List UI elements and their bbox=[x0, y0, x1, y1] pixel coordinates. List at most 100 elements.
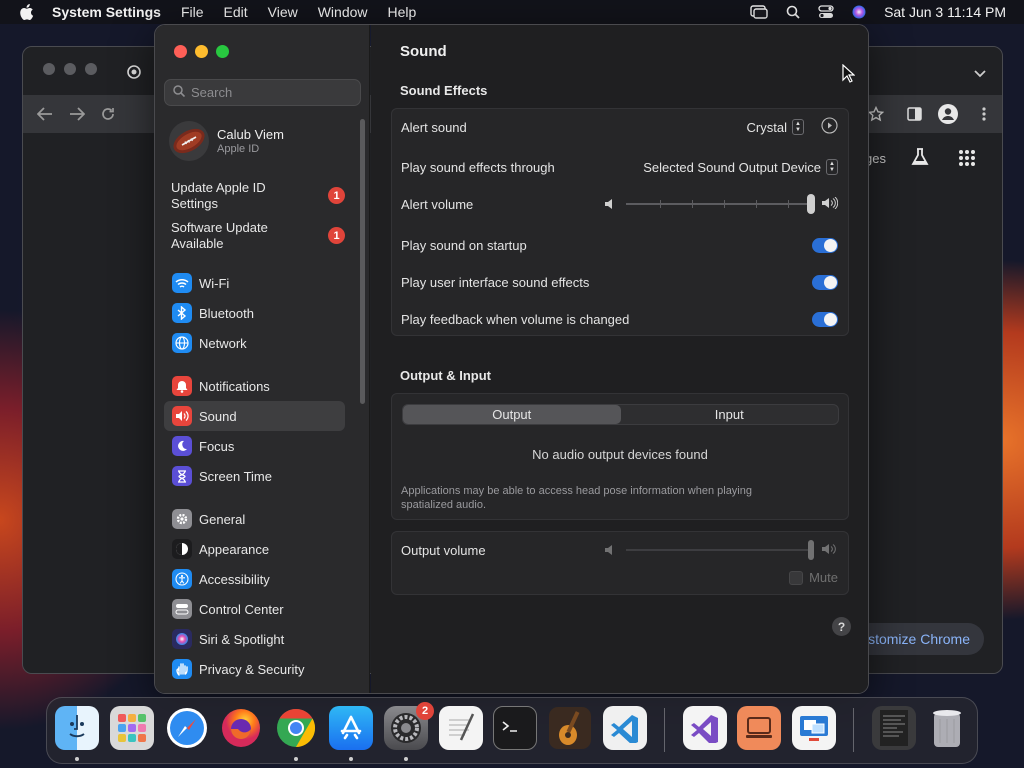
startup-sound-toggle[interactable] bbox=[812, 237, 838, 253]
sidebar-item-focus[interactable]: Focus bbox=[164, 431, 345, 461]
dock-remote-desktop-icon[interactable] bbox=[737, 706, 781, 750]
tab-input[interactable]: Input bbox=[621, 405, 839, 424]
alert-sound-row: Alert sound Crystal ▲ ▼ bbox=[401, 117, 838, 137]
labs-flask-icon[interactable] bbox=[910, 147, 930, 172]
help-button[interactable]: ? bbox=[832, 617, 851, 636]
sidebar-item-bluetooth[interactable]: Bluetooth bbox=[164, 298, 345, 328]
dock-visual-studio-icon[interactable] bbox=[683, 706, 727, 750]
sidebar-item-wifi[interactable]: Wi-Fi bbox=[164, 268, 345, 298]
search-icon bbox=[173, 85, 186, 100]
dock-screen-sharing-icon[interactable] bbox=[792, 706, 836, 750]
note-line2: spatialized audio. bbox=[401, 499, 487, 511]
sidebar-item-notifications[interactable]: Notifications bbox=[164, 371, 345, 401]
software-update-available[interactable]: Software Update Available 1 bbox=[171, 220, 351, 252]
dock-launchpad-icon[interactable] bbox=[110, 706, 154, 750]
dock-app-store-icon[interactable] bbox=[329, 706, 373, 750]
apple-id-entry[interactable]: Calub Viem Apple ID bbox=[169, 121, 284, 161]
alert-sound-popup[interactable]: Crystal ▲ ▼ bbox=[747, 117, 838, 137]
sidebar-item-sound[interactable]: Sound bbox=[164, 401, 345, 431]
dock-garageband-icon[interactable] bbox=[548, 706, 592, 750]
dock-vscode-icon[interactable] bbox=[603, 706, 647, 750]
update-apple-id-settings[interactable]: Update Apple ID Settings 1 bbox=[171, 180, 351, 212]
chrome-close-button[interactable] bbox=[43, 63, 55, 75]
sidebar-item-control-center[interactable]: Control Center bbox=[164, 594, 345, 624]
menu-view[interactable]: View bbox=[268, 4, 298, 20]
accessibility-icon bbox=[172, 569, 192, 589]
dock-finder-icon[interactable] bbox=[55, 706, 99, 750]
control-center-menu-icon[interactable] bbox=[818, 5, 834, 19]
ui-sound-effects-row: Play user interface sound effects bbox=[401, 272, 838, 292]
menu-file[interactable]: File bbox=[181, 4, 204, 20]
dock-trash-icon[interactable] bbox=[925, 706, 969, 750]
dock-firefox-icon[interactable] bbox=[219, 706, 263, 750]
mute-checkbox[interactable] bbox=[789, 570, 804, 585]
dock-separator bbox=[664, 708, 665, 752]
sidebar-scrollbar[interactable] bbox=[360, 119, 365, 404]
sidebar-item-privacy-security[interactable]: Privacy & Security bbox=[164, 654, 345, 684]
menu-window[interactable]: Window bbox=[318, 4, 368, 20]
sidebar-item-appearance[interactable]: Appearance bbox=[164, 534, 345, 564]
sidebar-item-network[interactable]: Network bbox=[164, 328, 345, 358]
forward-icon[interactable] bbox=[69, 107, 86, 126]
chrome-minimize-button[interactable] bbox=[64, 63, 76, 75]
spotlight-search-icon[interactable] bbox=[786, 5, 800, 19]
customize-chrome-label: ustomize Chrome bbox=[860, 631, 970, 647]
output-input-panel: Output Input No audio output devices fou… bbox=[391, 393, 849, 520]
menu-help[interactable]: Help bbox=[388, 4, 417, 20]
chrome-zoom-button[interactable] bbox=[85, 63, 97, 75]
google-apps-grid-icon[interactable] bbox=[958, 149, 976, 172]
sidebar-item-screen-time[interactable]: Screen Time bbox=[164, 461, 345, 491]
zoom-button[interactable] bbox=[216, 45, 229, 58]
dock-textedit-icon[interactable] bbox=[439, 706, 483, 750]
play-icon[interactable] bbox=[821, 117, 838, 137]
siri-icon bbox=[172, 629, 192, 649]
sidebar-item-siri-spotlight[interactable]: Siri & Spotlight bbox=[164, 624, 345, 654]
slider-knob[interactable] bbox=[808, 540, 814, 560]
menu-clock[interactable]: Sat Jun 3 11:14 PM bbox=[884, 4, 1006, 20]
output-volume-slider[interactable] bbox=[626, 540, 814, 560]
alert-volume-slider[interactable] bbox=[626, 194, 815, 214]
siri-menu-icon[interactable] bbox=[852, 5, 866, 19]
apple-id-label: Apple ID bbox=[217, 143, 260, 155]
mute-control[interactable]: Mute bbox=[789, 570, 838, 585]
sidebar-item-label: Privacy & Security bbox=[199, 661, 305, 677]
sidebar-item-accessibility[interactable]: Accessibility bbox=[164, 564, 345, 594]
dock: 2 bbox=[46, 697, 978, 764]
reload-icon[interactable] bbox=[101, 107, 115, 126]
sidebar-search-field[interactable] bbox=[164, 79, 361, 106]
side-panel-icon[interactable] bbox=[907, 107, 922, 126]
chrome-tab-dropdown-icon[interactable] bbox=[974, 65, 986, 83]
apple-menu-icon[interactable] bbox=[18, 3, 36, 21]
sidebar-item-general[interactable]: General bbox=[164, 504, 345, 534]
search-input[interactable] bbox=[191, 85, 351, 100]
avatar bbox=[169, 121, 209, 161]
volume-feedback-toggle[interactable] bbox=[812, 311, 838, 327]
play-through-popup[interactable]: Selected Sound Output Device ▲ ▼ bbox=[643, 159, 838, 175]
dock-settings-badge: 2 bbox=[416, 702, 434, 720]
sidebar-item-label: Wi-Fi bbox=[199, 275, 230, 291]
menu-edit[interactable]: Edit bbox=[224, 4, 248, 20]
minimize-button[interactable] bbox=[195, 45, 208, 58]
update-label-line2: Available bbox=[171, 236, 224, 251]
alert-sound-value: Crystal bbox=[746, 119, 787, 135]
dock-recent-document-icon[interactable] bbox=[872, 706, 916, 750]
screen-mirroring-icon[interactable] bbox=[750, 5, 768, 19]
ui-sound-effects-toggle[interactable] bbox=[812, 274, 838, 290]
back-icon[interactable] bbox=[36, 107, 53, 126]
chrome-tab-icon[interactable] bbox=[127, 65, 141, 84]
play-through-label: Play sound effects through bbox=[401, 159, 555, 175]
dock-terminal-icon[interactable] bbox=[493, 706, 537, 750]
bookmark-star-icon[interactable] bbox=[867, 105, 885, 127]
update-label-line1: Software Update bbox=[171, 220, 268, 235]
tab-output[interactable]: Output bbox=[403, 405, 621, 424]
sidebar-group-notifications: Notifications Sound Focus Screen Time bbox=[164, 371, 345, 491]
output-volume-label: Output volume bbox=[401, 542, 486, 558]
close-button[interactable] bbox=[174, 45, 187, 58]
profile-icon[interactable] bbox=[938, 104, 958, 129]
slider-knob[interactable] bbox=[807, 194, 815, 214]
dock-safari-icon[interactable] bbox=[165, 706, 209, 750]
dock-chrome-icon[interactable] bbox=[274, 706, 318, 750]
chrome-menu-icon[interactable] bbox=[982, 107, 986, 126]
ui-sound-effects-label: Play user interface sound effects bbox=[401, 274, 590, 290]
menu-app-name[interactable]: System Settings bbox=[52, 4, 161, 20]
